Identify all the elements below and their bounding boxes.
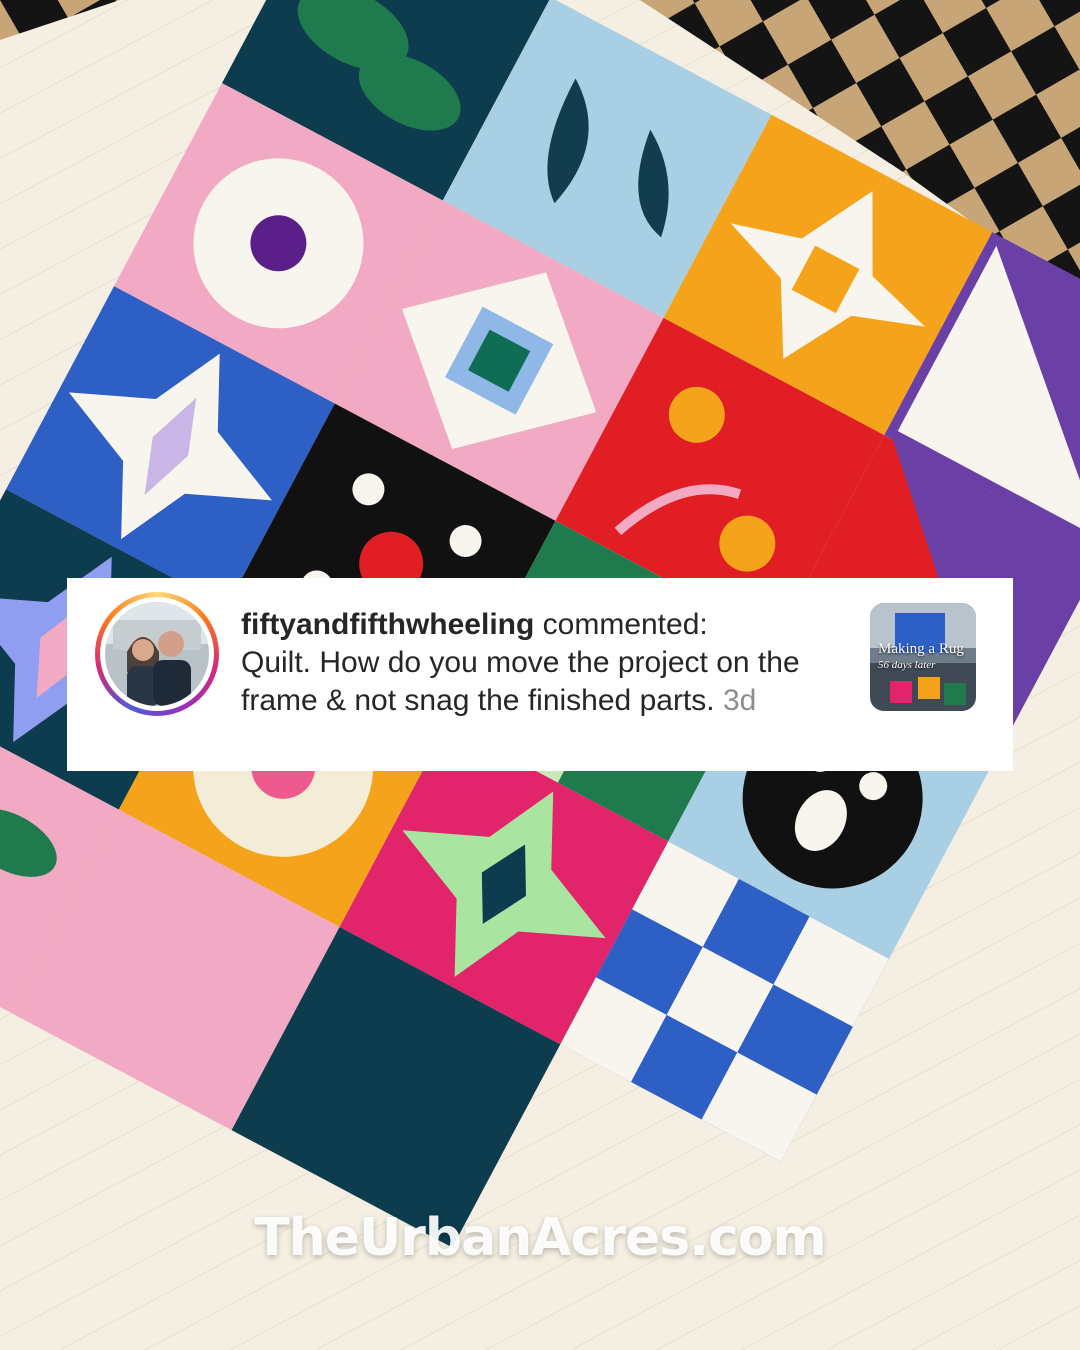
comment-text: fiftyandfifthwheeling commented: Quilt. … [241,606,851,720]
comment-body: Quilt. How do you move the project on th… [241,646,800,717]
comment-timestamp: 3d [722,684,757,717]
comment-username[interactable]: fiftyandfifthwheeling [241,608,534,641]
watermark: TheUrbanAcres.com [254,1208,826,1268]
comment-card: fiftyandfifthwheeling commented: Quilt. … [67,578,1013,771]
thumbnail-title: Making a Rug [878,641,964,657]
avatar[interactable] [105,602,209,706]
avatar-frame [100,597,214,711]
thumbnail-subtitle: 56 days later [878,659,936,671]
story-ring[interactable] [95,592,219,716]
comment-action: commented: [534,608,708,641]
post-thumbnail[interactable]: Making a Rug 56 days later [870,603,976,711]
avatar-photo [105,602,209,706]
